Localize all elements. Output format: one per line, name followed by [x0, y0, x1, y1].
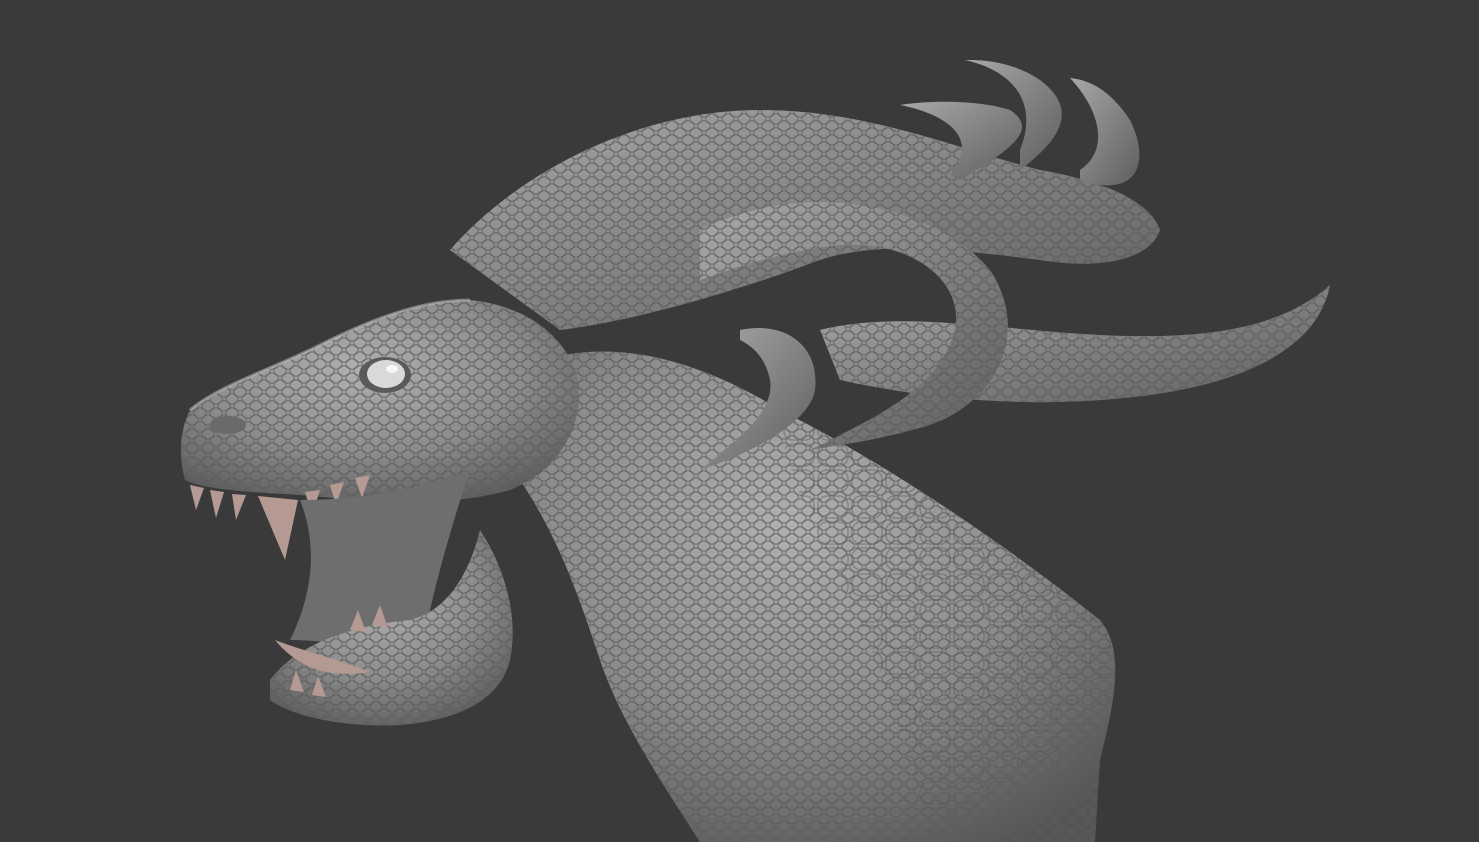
- sculpt-viewport[interactable]: [0, 0, 1479, 842]
- upper-horn-3: [1070, 78, 1140, 186]
- nostril: [210, 416, 246, 434]
- dragon-sculpt: [180, 60, 1330, 842]
